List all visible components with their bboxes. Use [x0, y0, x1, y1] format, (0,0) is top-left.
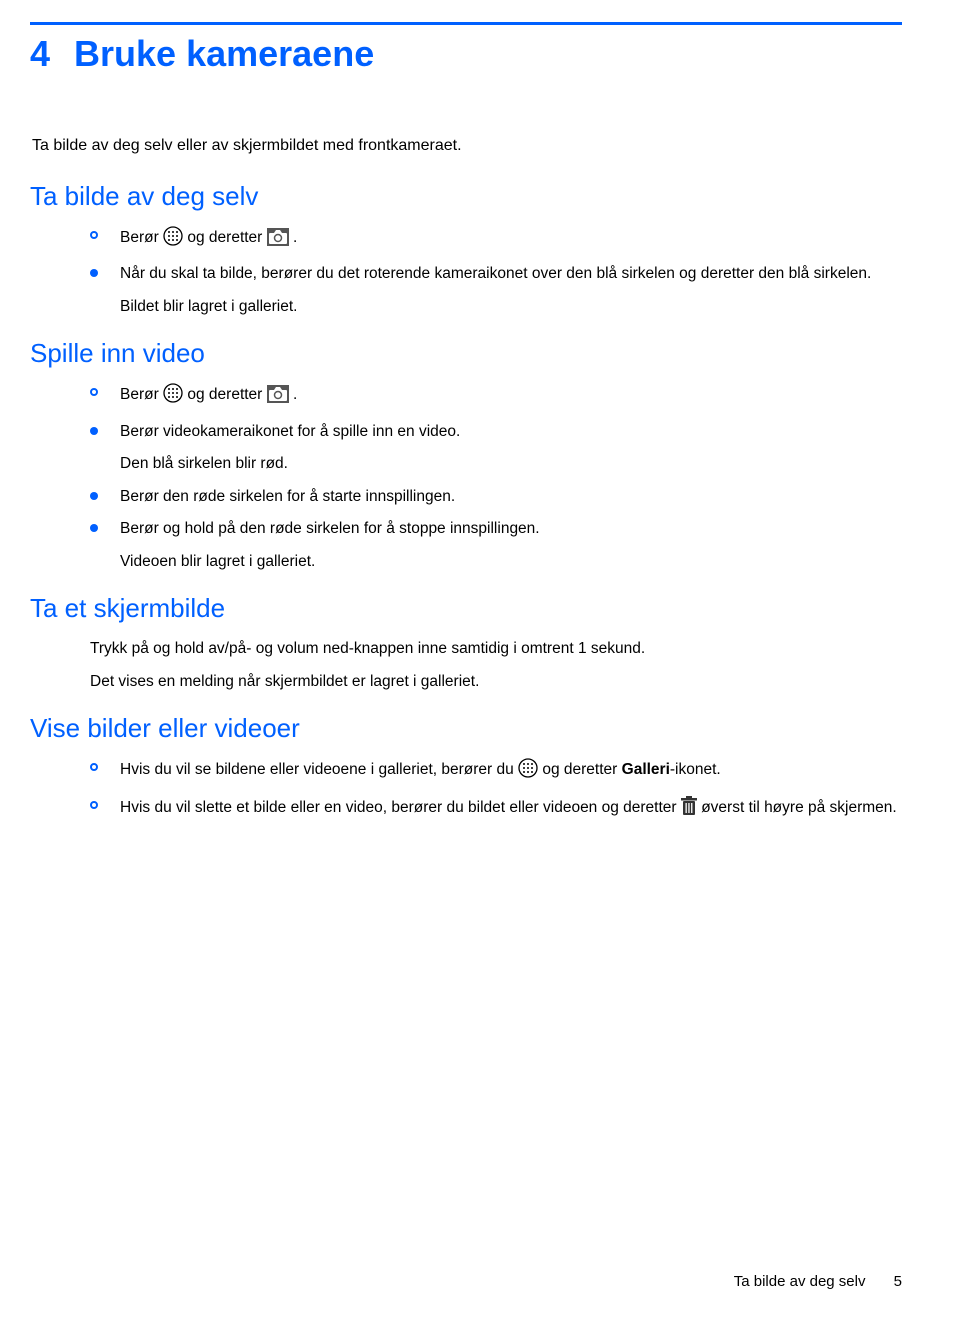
galleri-label: Galleri — [622, 761, 670, 778]
intro-text: Ta bilde av deg selv eller av skjermbild… — [32, 137, 902, 155]
footer-title: Ta bilde av deg selv — [734, 1273, 866, 1290]
text: Berør — [120, 386, 163, 403]
bullet-solid-icon — [90, 427, 98, 435]
bullet-hollow-icon — [90, 231, 98, 239]
text: -ikonet. — [670, 761, 721, 778]
text: og deretter — [187, 229, 266, 246]
text: øverst til høyre på skjermen. — [701, 799, 897, 816]
chapter-title: 4 Bruke kameraene — [30, 33, 902, 75]
text: Berør og hold på den røde sirkelen for å… — [120, 518, 902, 540]
text: og deretter — [542, 761, 621, 778]
bullet-hollow-icon — [90, 388, 98, 396]
list-item: Berør videokameraikonet for å spille inn… — [90, 421, 902, 443]
section-vise-bilder-eller-videoer: Vise bilder eller videoer — [30, 713, 902, 744]
chapter-name: Bruke kameraene — [74, 33, 374, 74]
text: . — [293, 229, 297, 246]
all-apps-icon — [518, 758, 538, 785]
list-item: Berør og hold på den røde sirkelen for å… — [90, 518, 902, 540]
text: Hvis du vil slette et bilde eller en vid… — [120, 799, 681, 816]
bullet-hollow-icon — [90, 801, 98, 809]
text: Når du skal ta bilde, berører du det rot… — [120, 263, 902, 285]
camera-icon — [267, 385, 289, 410]
all-apps-icon — [163, 383, 183, 410]
trash-icon — [681, 796, 697, 823]
text: Den blå sirkelen blir rød. — [120, 453, 902, 475]
list-item: Berør og deretter . — [90, 226, 902, 253]
list-item: Hvis du vil slette et bilde eller en vid… — [90, 796, 902, 823]
text: Berør den røde sirkelen for å starte inn… — [120, 486, 902, 508]
section-spille-inn-video: Spille inn video — [30, 338, 902, 369]
chapter-number: 4 — [30, 33, 50, 74]
bullet-hollow-icon — [90, 763, 98, 771]
text: Hvis du vil se bildene eller videoene i … — [120, 761, 518, 778]
bullet-solid-icon — [90, 269, 98, 277]
section-ta-et-skjermbilde: Ta et skjermbilde — [30, 593, 902, 624]
text: Berør videokameraikonet for å spille inn… — [120, 421, 902, 443]
page-footer: Ta bilde av deg selv 5 — [734, 1273, 902, 1290]
text: Videoen blir lagret i galleriet. — [120, 551, 902, 573]
bullet-solid-icon — [90, 524, 98, 532]
list-item: Når du skal ta bilde, berører du det rot… — [90, 263, 902, 285]
text: Det vises en melding når skjermbildet er… — [90, 671, 902, 693]
section-ta-bilde-av-deg-selv: Ta bilde av deg selv — [30, 181, 902, 212]
text: Berør — [120, 229, 163, 246]
text: Bildet blir lagret i galleriet. — [120, 296, 902, 318]
page-number: 5 — [894, 1273, 902, 1290]
list-item: Hvis du vil se bildene eller videoene i … — [90, 758, 902, 785]
list-item: Berør den røde sirkelen for å starte inn… — [90, 486, 902, 508]
all-apps-icon — [163, 226, 183, 253]
top-rule — [30, 22, 902, 25]
text: Trykk på og hold av/på- og volum ned-kna… — [90, 638, 902, 660]
text: . — [293, 386, 297, 403]
list-item: Berør og deretter . — [90, 383, 902, 410]
text: og deretter — [187, 386, 266, 403]
camera-icon — [267, 228, 289, 253]
bullet-solid-icon — [90, 492, 98, 500]
